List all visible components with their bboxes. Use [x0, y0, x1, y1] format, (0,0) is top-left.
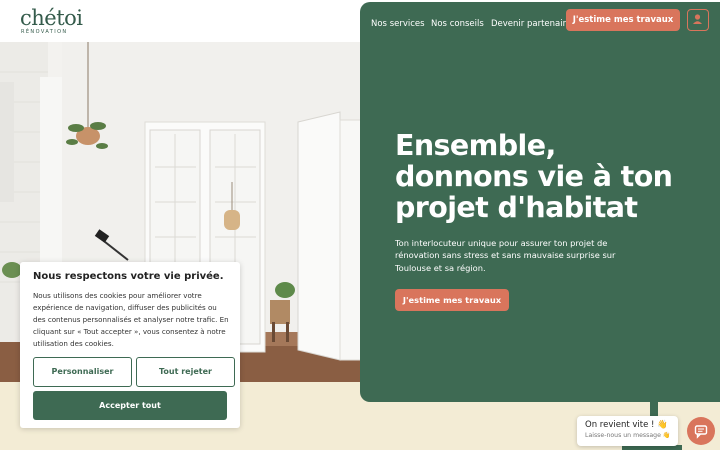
chat-title: On revient vite ! 👋 — [585, 420, 668, 430]
hero-estimate-button[interactable]: J'estime mes travaux — [395, 289, 509, 311]
hero-title-line: donnons vie à ton — [395, 160, 673, 193]
hero-panel: Nos services Nos conseils Devenir parten… — [360, 2, 720, 402]
chat-subtitle: Laisse-nous un message 👋 — [585, 432, 671, 439]
logo[interactable]: chétoi RÉNOVATION — [20, 6, 83, 36]
account-button[interactable] — [687, 9, 709, 31]
cookie-accept-button[interactable]: Accepter tout — [33, 391, 227, 420]
hero-title: Ensemble, donnons vie à ton projet d'hab… — [395, 130, 695, 223]
chat-bubble[interactable]: On revient vite ! 👋 Laisse-nous un messa… — [577, 416, 678, 446]
cookie-banner: Nous respectons votre vie privée. Nous u… — [20, 262, 240, 428]
hero-description: Ton interlocuteur unique pour assurer to… — [395, 238, 616, 273]
chat-icon — [694, 425, 708, 439]
hero-title-line: Ensemble, — [395, 129, 556, 162]
cookie-text: Nous utilisons des cookies pour améliore… — [33, 291, 229, 348]
nav-estimate-button[interactable]: J'estime mes travaux — [566, 9, 680, 31]
user-icon — [693, 14, 702, 24]
cookie-customize-button[interactable]: Personnaliser — [33, 357, 132, 387]
cookie-title: Nous respectons votre vie privée. — [33, 271, 224, 282]
chat-button[interactable] — [687, 417, 715, 445]
nav-link-advice[interactable]: Nos conseils — [431, 19, 484, 29]
logo-wordmark: chétoi — [20, 6, 83, 30]
nav-link-services[interactable]: Nos services — [371, 19, 425, 29]
hero-title-line: projet d'habitat — [395, 191, 638, 224]
cookie-reject-button[interactable]: Tout rejeter — [136, 357, 235, 387]
nav-link-partner[interactable]: Devenir partenaire — [491, 19, 571, 29]
